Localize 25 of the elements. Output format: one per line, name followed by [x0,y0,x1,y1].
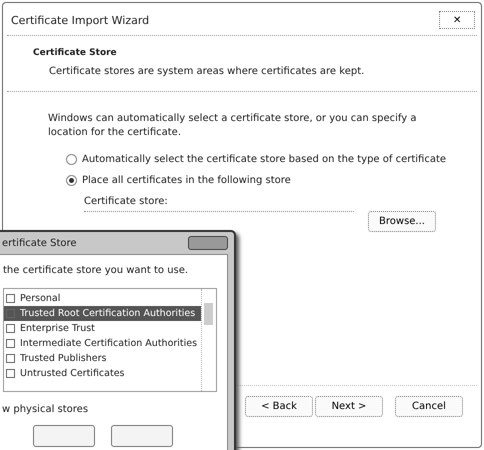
dialog-button[interactable] [111,425,173,447]
intro-text: Windows can automatically select a certificate store, or you can specify a location for the certificate. [48,112,418,140]
radio-option[interactable]: Automatically select the certificate store based on the type of certificate [48,154,451,165]
wizard-button[interactable]: Next > [315,396,383,417]
browse-button[interactable]: Browse... [368,211,436,232]
store-item[interactable]: Enterprise Trust [4,321,201,336]
dialog-button[interactable] [33,425,95,447]
close-button[interactable] [188,236,228,250]
close-button[interactable]: ✕ [439,11,475,29]
store-item[interactable]: Intermediate Certification Authorities [4,336,201,351]
page-description: Certificate stores are system areas where certificates are kept. [48,66,366,77]
wizard-button[interactable]: < Back [245,396,313,417]
store-item[interactable]: Untrusted Certificates [4,366,201,381]
store-item[interactable]: Trusted Publishers [4,351,201,366]
wizard-button[interactable]: Cancel [395,396,463,417]
radio-option[interactable]: Place all certificates in the following store [48,175,451,186]
dialog-title: ertificate Store [2,238,77,248]
store-label: Certificate store: [83,196,169,207]
physical-stores-label[interactable]: w physical stores [2,404,88,415]
page-heading: Certificate Store [33,48,118,58]
dialog-prompt: the certificate store you want to use. [3,265,190,276]
store-item[interactable]: Trusted Root Certification Authorities [4,306,201,321]
window-title: Certificate Import Wizard [11,14,150,26]
store-item[interactable]: Personal [4,291,201,306]
scrollbar[interactable] [201,289,216,391]
